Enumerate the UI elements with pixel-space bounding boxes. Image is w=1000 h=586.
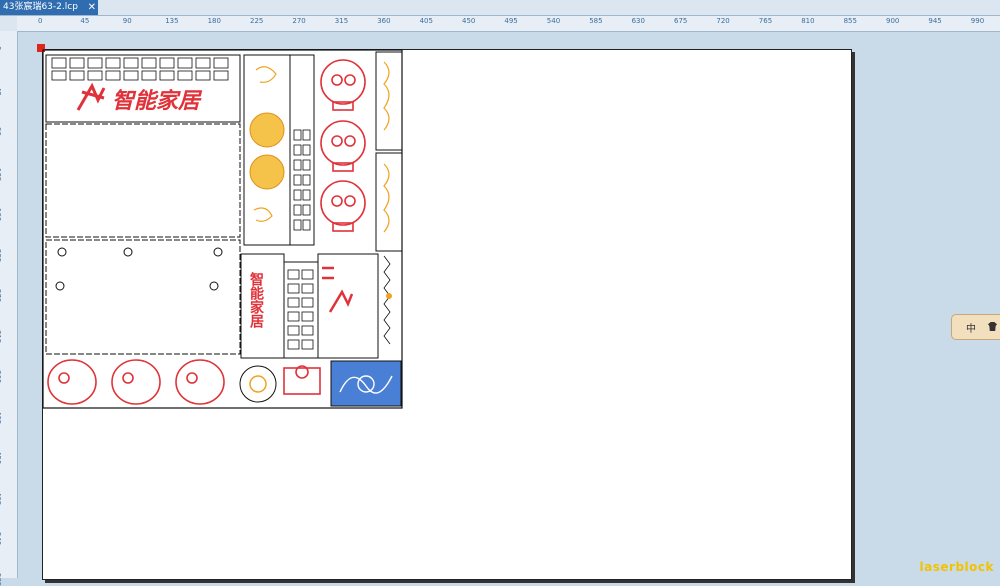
panda-mascots: [320, 59, 366, 232]
panel-orange-top: [375, 51, 403, 151]
side-widget-label: 中: [966, 324, 976, 335]
panel-middle: [45, 123, 241, 238]
red-lantern-figure: [283, 365, 321, 395]
design-artwork[interactable]: 智能家居 智能家居: [0, 0, 1000, 578]
panel-medallion-column: [243, 54, 291, 246]
medallion-round: [239, 365, 277, 403]
title-artwork: 智能家居: [112, 88, 203, 114]
panel-orange-bottom: [375, 152, 403, 252]
bottom-mascots: [47, 359, 225, 405]
logo-mark-left: [76, 82, 106, 111]
watermark: laserblock: [919, 560, 994, 574]
shirt-icon[interactable]: [988, 322, 997, 331]
chain-strip: [383, 255, 391, 345]
side-text-artwork: 智能家居: [248, 271, 265, 329]
blue-dragon-tile: [330, 360, 402, 407]
side-widget[interactable]: 中: [951, 314, 1000, 340]
panel-lower: [45, 239, 241, 355]
